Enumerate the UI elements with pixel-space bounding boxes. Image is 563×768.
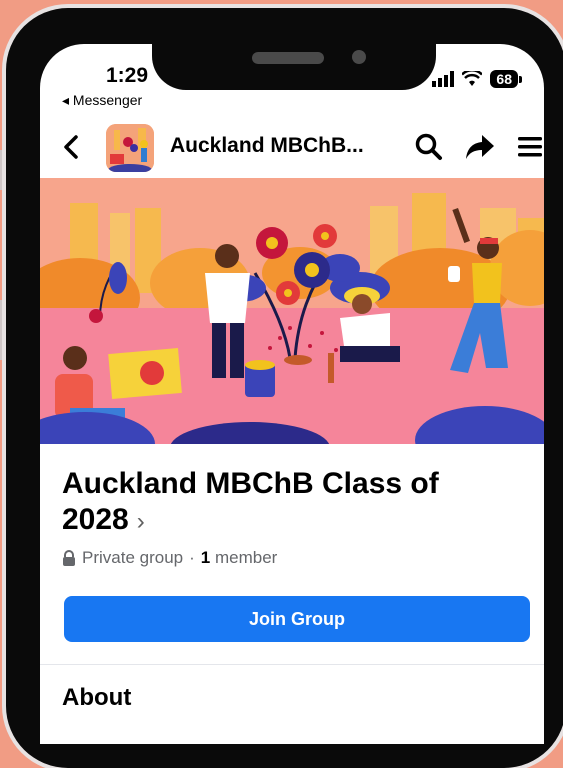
chevron-right-icon: › <box>136 508 145 535</box>
lock-icon <box>63 550 75 566</box>
nav-title: Auckland MBChB... <box>170 134 364 157</box>
signal-icon <box>432 71 455 87</box>
top-nav-bar: Auckland MBChB... <box>40 122 544 174</box>
group-cover-photo <box>40 178 544 444</box>
search-icon[interactable] <box>414 132 444 162</box>
member-label: member <box>215 548 278 567</box>
status-indicators: 68 <box>432 70 522 88</box>
phone-notch <box>152 22 436 90</box>
phone-frame: 1:29 ◂ Messenger 68 Auckland MBChB... Au… <box>6 8 563 768</box>
group-thumbnail-image <box>106 124 154 172</box>
group-name-link[interactable]: Auckland MBChB Class of 2028 › <box>62 466 482 540</box>
share-icon[interactable] <box>464 132 496 162</box>
group-name: Auckland MBChB Class of 2028 <box>62 467 439 536</box>
back-app-label: Messenger <box>72 92 143 108</box>
privacy-label: Private group <box>82 548 184 567</box>
meta-separator: · <box>189 548 195 567</box>
join-group-button[interactable]: Join Group <box>64 596 530 642</box>
group-meta: Private group · 1 member <box>62 548 277 568</box>
group-thumbnail[interactable] <box>106 124 154 172</box>
divider <box>40 664 544 665</box>
member-count: 1 <box>200 548 211 567</box>
app-screen: 1:29 ◂ Messenger 68 Auckland MBChB... Au… <box>40 44 544 744</box>
back-chevron-icon[interactable] <box>60 130 84 164</box>
front-camera <box>352 50 366 64</box>
menu-icon[interactable] <box>516 132 544 162</box>
wifi-icon <box>462 71 483 86</box>
status-time: 1:29 <box>106 64 149 87</box>
about-section-title: About <box>62 684 132 711</box>
back-to-messenger-link[interactable]: ◂ Messenger <box>62 92 142 109</box>
speaker-grille <box>252 52 324 64</box>
battery-indicator: 68 <box>490 70 522 88</box>
nav-actions <box>414 132 544 162</box>
